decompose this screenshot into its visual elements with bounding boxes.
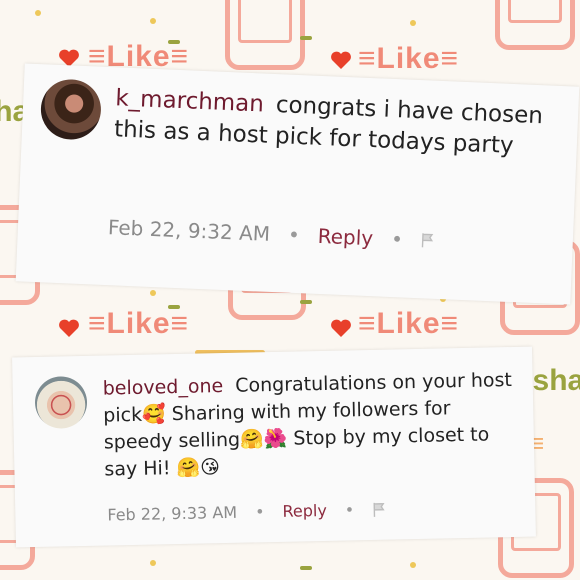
timestamp: Feb 22, 9:33 AM <box>107 502 238 525</box>
username-link[interactable]: k_marchman <box>115 85 265 117</box>
separator-dot: • <box>390 226 404 252</box>
avatar[interactable] <box>39 78 103 141</box>
separator-dot: • <box>287 222 301 248</box>
phone-icon <box>225 0 305 70</box>
like-sticker: ≡Like≡ <box>358 307 460 340</box>
timestamp: Feb 22, 9:32 AM <box>107 215 271 246</box>
heart-icon <box>331 51 351 69</box>
separator-dot: • <box>344 500 355 520</box>
separator-dot: • <box>254 502 265 522</box>
username-link[interactable]: beloved_one <box>103 375 224 400</box>
heart-icon <box>59 319 79 337</box>
like-sticker: ≡Like≡ <box>358 42 460 75</box>
comment-body: beloved_one Congratulations on your host … <box>102 367 514 484</box>
avatar[interactable] <box>34 375 88 429</box>
phone-icon <box>495 0 575 50</box>
heart-icon <box>331 319 351 337</box>
comment-card: beloved_one Congratulations on your host … <box>12 346 536 548</box>
flag-icon[interactable] <box>421 232 436 249</box>
comment-meta: Feb 22, 9:33 AM • Reply • <box>107 500 386 525</box>
comment-card: k_marchman congrats i have chosen this as… <box>15 63 580 305</box>
comment-meta: Feb 22, 9:32 AM • Reply • <box>108 215 436 253</box>
reply-button[interactable]: Reply <box>317 224 373 250</box>
reply-button[interactable]: Reply <box>282 501 327 521</box>
flag-icon[interactable] <box>372 501 386 517</box>
like-sticker: ≡Like≡ <box>88 307 190 340</box>
comment-body: k_marchman congrats i have chosen this as… <box>113 83 565 164</box>
